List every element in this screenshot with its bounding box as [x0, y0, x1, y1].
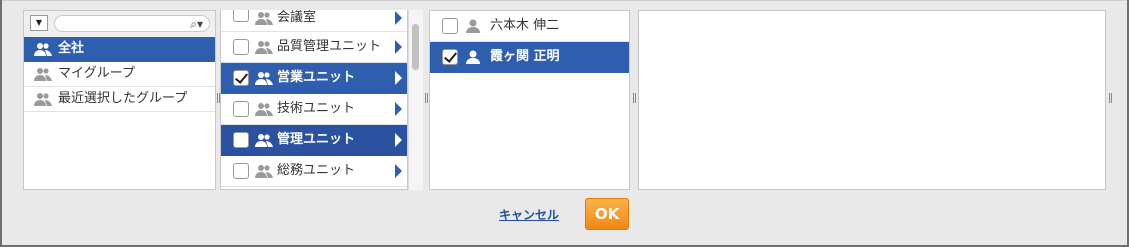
group-icon [34, 43, 52, 56]
unit-item-label: 会議室 [277, 10, 317, 25]
selected-pane [638, 10, 1106, 190]
unit-pane: 会議室 品質管理ユニット 営業ユニット 技術ユニット 管理ユニット 総務ユニット [220, 10, 408, 190]
group-icon [34, 68, 52, 81]
checkbox[interactable] [233, 132, 249, 148]
search-icon[interactable]: ⌕▾ [190, 16, 203, 32]
group-icon [255, 72, 273, 85]
group-dropdown-button[interactable]: ▼ [30, 15, 48, 31]
unit-item[interactable]: 総務ユニット [221, 156, 407, 187]
group-item-label: 最近選択したグループ [58, 91, 188, 106]
scrollbar-thumb[interactable] [412, 24, 419, 70]
group-pane: ▼ ⌕▾ 全社 マイグループ 最近選択したグループ [23, 10, 216, 190]
expand-arrow-icon[interactable] [395, 102, 402, 116]
group-search-row: ▼ ⌕▾ [24, 11, 215, 37]
checkbox[interactable] [442, 49, 458, 65]
group-search-input[interactable]: ⌕▾ [54, 15, 210, 32]
checkbox[interactable] [233, 10, 249, 22]
checkbox[interactable] [233, 163, 249, 179]
expand-arrow-icon[interactable] [395, 11, 402, 25]
unit-item-label: 営業ユニット [277, 70, 356, 85]
user-pane: 六本木 伸二 霞ヶ関 正明 [429, 10, 630, 190]
group-item-my-group[interactable]: マイグループ [24, 62, 215, 87]
splitter-handle[interactable] [633, 93, 636, 103]
unit-item[interactable]: 会議室 [221, 10, 407, 32]
group-icon [34, 93, 52, 106]
expand-arrow-icon[interactable] [395, 71, 402, 85]
group-icon [255, 165, 273, 178]
person-icon [466, 19, 480, 33]
cancel-link[interactable]: キャンセル [499, 206, 559, 223]
user-item-label: 六本木 伸二 [490, 18, 560, 33]
user-item[interactable]: 霞ヶ関 正明 [430, 42, 629, 73]
unit-item[interactable]: 管理ユニット [221, 125, 407, 156]
unit-item-label: 総務ユニット [277, 163, 356, 178]
unit-item[interactable]: 技術ユニット [221, 94, 407, 125]
unit-scrollbar[interactable] [408, 10, 423, 190]
checkbox[interactable] [233, 70, 249, 86]
user-item-label: 霞ヶ関 正明 [490, 49, 560, 64]
group-icon [255, 41, 273, 54]
ok-button[interactable]: OK [585, 198, 629, 230]
group-item-recent[interactable]: 最近選択したグループ [24, 87, 215, 112]
splitter-handle[interactable] [1109, 93, 1112, 103]
unit-item-label: 管理ユニット [277, 132, 356, 147]
unit-item[interactable]: 営業ユニット [221, 63, 407, 94]
expand-arrow-icon[interactable] [395, 133, 402, 147]
group-icon [255, 103, 273, 116]
unit-item-label: 品質管理ユニット [277, 39, 382, 54]
unit-item[interactable]: 品質管理ユニット [221, 32, 407, 63]
expand-arrow-icon[interactable] [395, 40, 402, 54]
dialog-frame: ▼ ⌕▾ 全社 マイグループ 最近選択したグループ 会議室 品質管理ユニット 営… [2, 0, 1127, 245]
checkbox[interactable] [442, 18, 458, 34]
checkbox[interactable] [233, 39, 249, 55]
group-item-label: 全社 [58, 41, 85, 56]
expand-arrow-icon[interactable] [395, 164, 402, 178]
group-icon [255, 134, 273, 147]
checkbox[interactable] [233, 101, 249, 117]
user-item[interactable]: 六本木 伸二 [430, 11, 629, 42]
group-item-company[interactable]: 全社 [24, 37, 215, 62]
person-icon [466, 50, 480, 64]
splitter-handle[interactable] [425, 93, 428, 103]
group-icon [255, 12, 273, 25]
group-item-label: マイグループ [58, 66, 135, 81]
caret-down-icon: ▼ [35, 18, 43, 27]
unit-item-label: 技術ユニット [277, 101, 356, 116]
